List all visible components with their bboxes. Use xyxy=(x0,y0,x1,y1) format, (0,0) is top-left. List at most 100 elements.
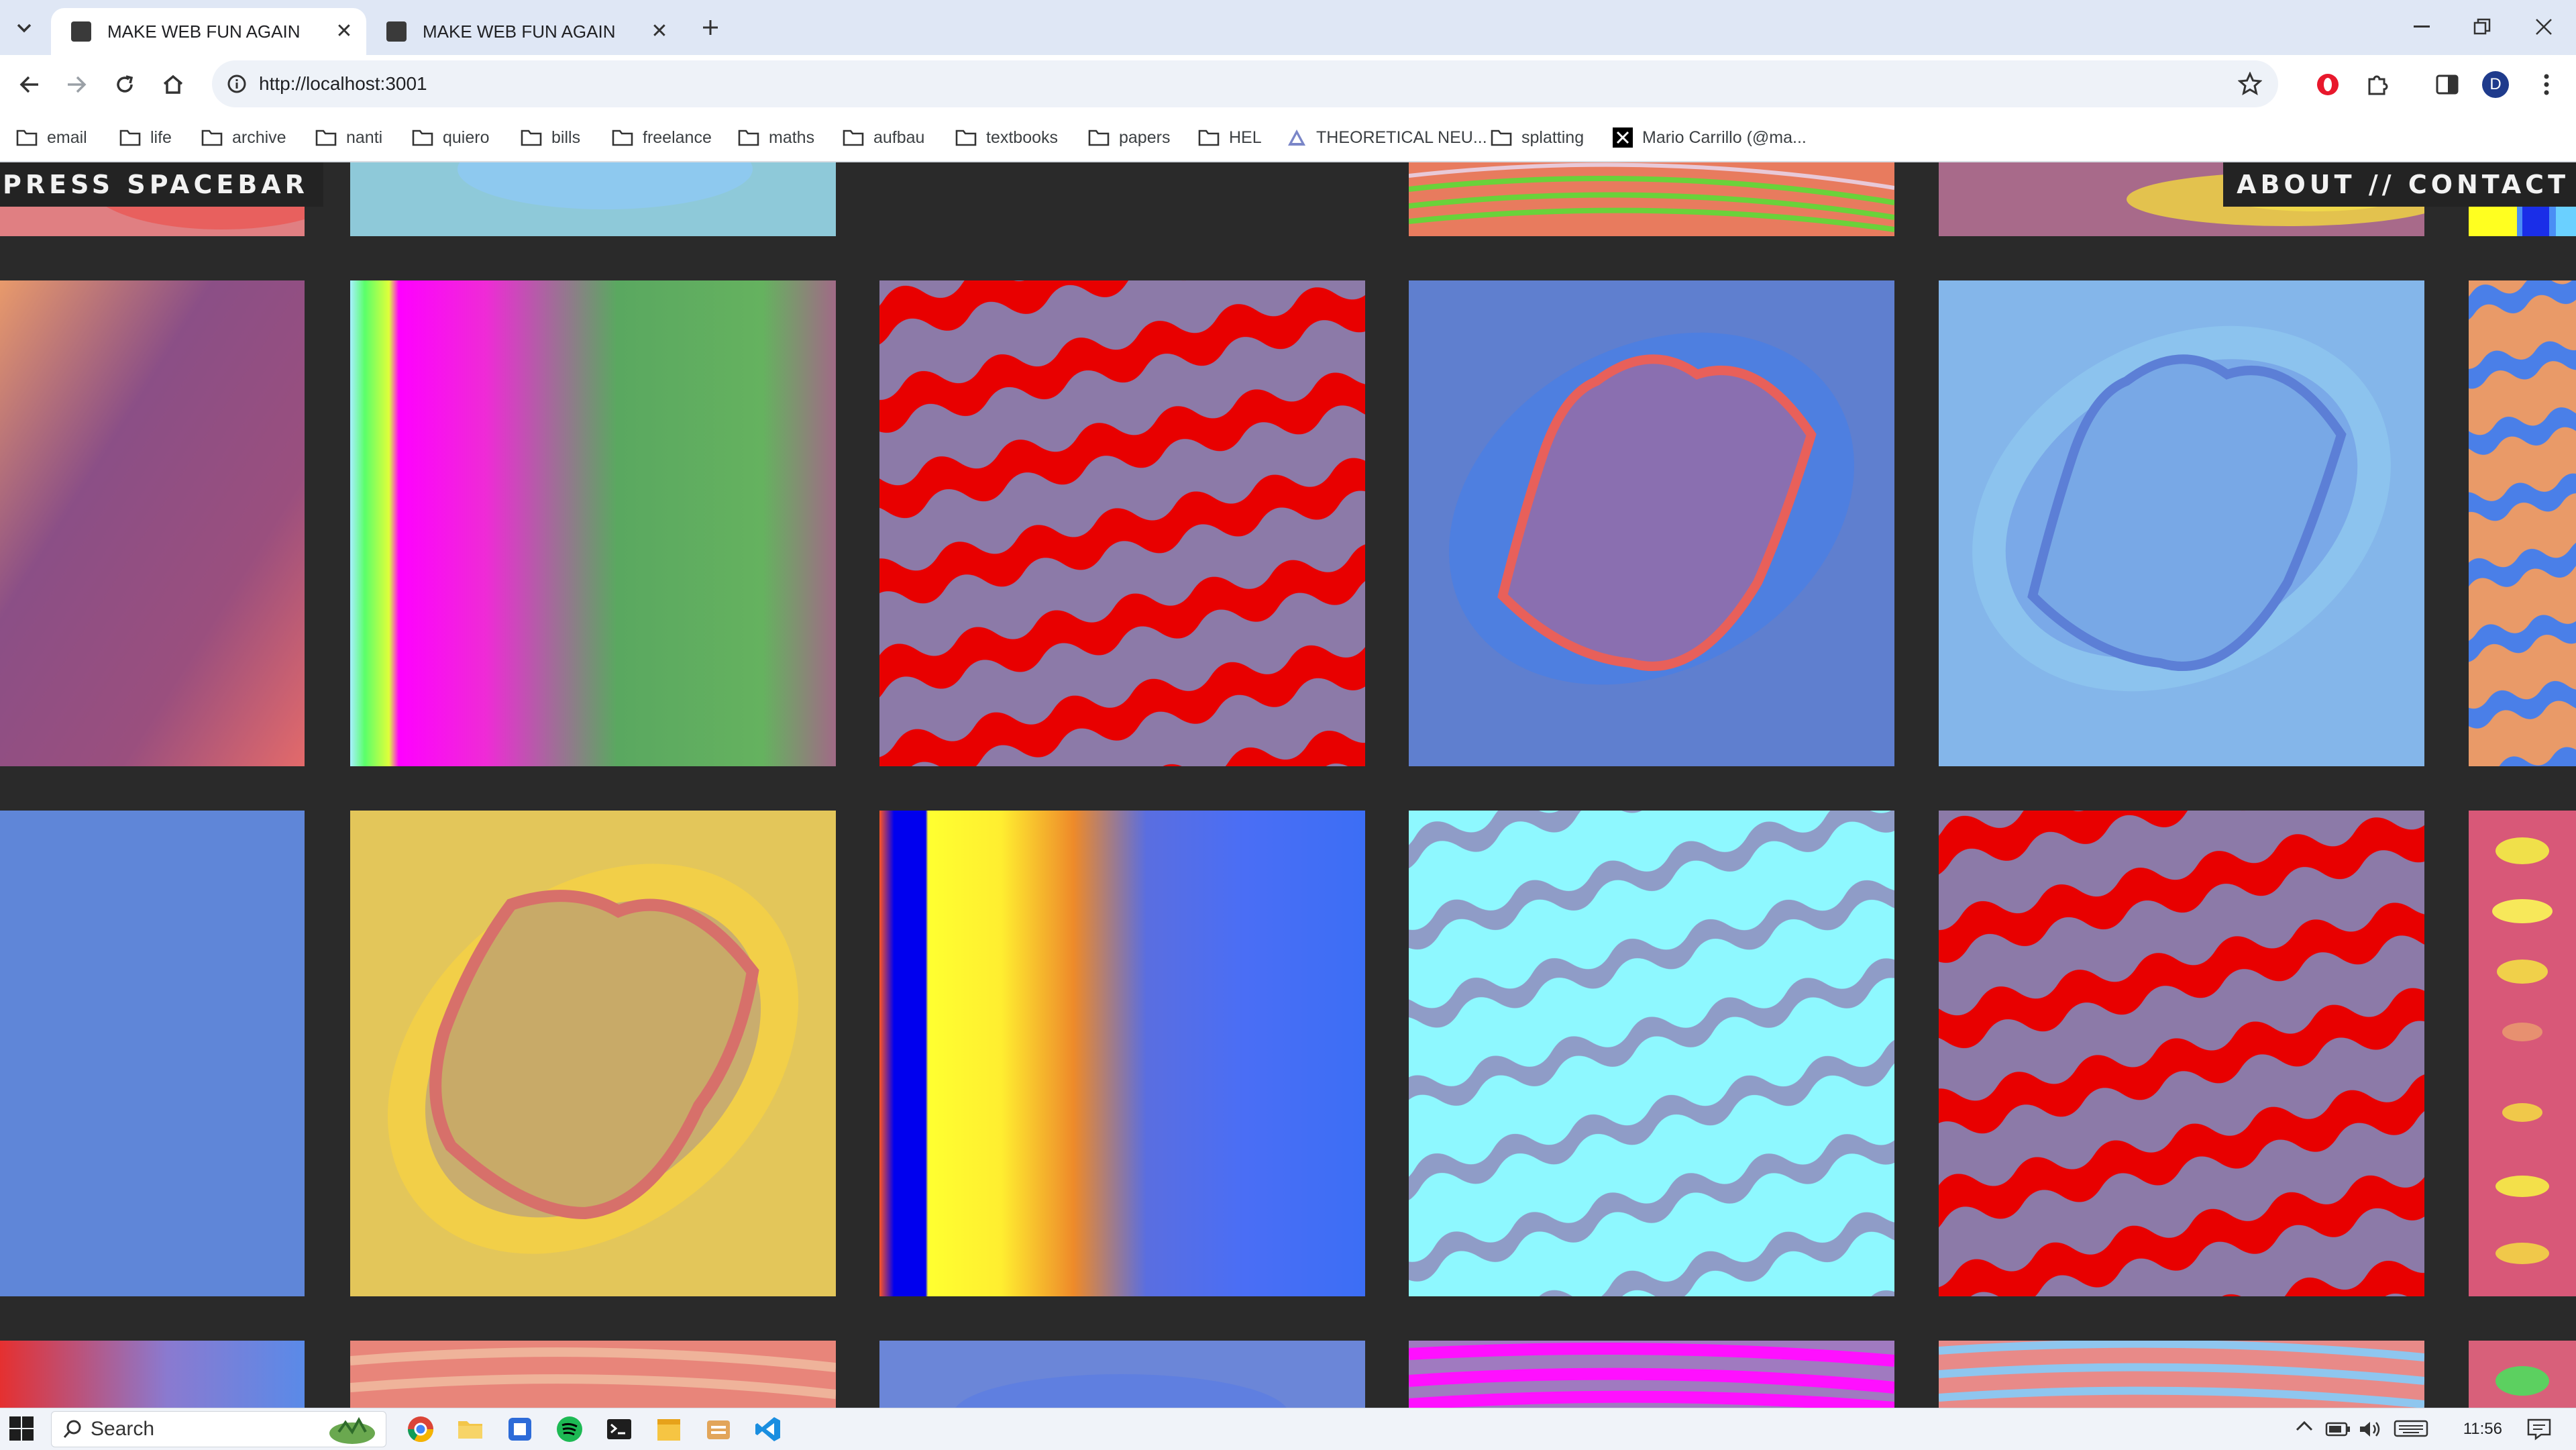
art-tile[interactable] xyxy=(1939,280,2424,766)
close-window-button[interactable] xyxy=(2524,12,2564,42)
tab-active[interactable]: MAKE WEB FUN AGAIN ✕ xyxy=(51,8,366,55)
home-button[interactable] xyxy=(156,67,191,102)
art-tile[interactable] xyxy=(350,1341,836,1408)
folder-icon xyxy=(843,130,864,146)
about-link[interactable]: ABOUT xyxy=(2237,162,2355,207)
art-tile-image xyxy=(1939,811,2424,1296)
tray-chevron-up[interactable] xyxy=(2296,1420,2316,1438)
taskbar-sticky-notes[interactable] xyxy=(655,1415,683,1443)
close-icon[interactable]: ✕ xyxy=(334,21,354,42)
bookmark-aufbau[interactable]: aufbau xyxy=(843,114,924,161)
taskbar-spotify[interactable] xyxy=(555,1415,584,1443)
tray-volume[interactable] xyxy=(2359,1419,2385,1439)
art-tile[interactable] xyxy=(1409,811,1894,1296)
art-tile-image xyxy=(2469,207,2576,236)
bookmark-archive[interactable]: archive xyxy=(201,114,286,161)
taskbar-terminal[interactable] xyxy=(605,1415,633,1443)
tray-keyboard[interactable] xyxy=(2394,1419,2430,1439)
reload-button[interactable] xyxy=(107,67,142,102)
opera-icon xyxy=(2317,74,2339,95)
taskbar-clock[interactable]: 11:56 xyxy=(2463,1408,2502,1450)
art-tile[interactable] xyxy=(2469,811,2576,1296)
art-tile[interactable] xyxy=(1409,1341,1894,1408)
forward-button[interactable] xyxy=(59,67,94,102)
art-tile-image xyxy=(2469,280,2576,766)
art-tile-image xyxy=(0,1341,305,1408)
address-bar[interactable]: http://localhost:3001 xyxy=(212,60,2278,107)
bookmark-star-icon[interactable] xyxy=(2238,72,2262,96)
art-tile[interactable] xyxy=(1409,162,1894,236)
new-tab-button[interactable] xyxy=(695,12,726,43)
taskbar-chrome[interactable] xyxy=(407,1415,435,1443)
bookmark-maths[interactable]: maths xyxy=(738,114,814,161)
restore-button[interactable] xyxy=(2462,12,2502,42)
windows-logo-icon xyxy=(9,1416,34,1441)
art-tile[interactable] xyxy=(1409,280,1894,766)
art-tile[interactable] xyxy=(350,162,836,236)
art-tile-image xyxy=(2496,1366,2549,1396)
art-tile[interactable] xyxy=(2469,1341,2576,1408)
back-button[interactable] xyxy=(12,67,47,102)
tab-search-button[interactable] xyxy=(9,13,39,43)
art-tile[interactable] xyxy=(1939,1341,2424,1408)
battery-icon xyxy=(2325,1422,2350,1437)
opera-extension-button[interactable] xyxy=(2310,67,2345,102)
art-tile[interactable] xyxy=(0,811,305,1296)
contact-link[interactable]: CONTACT xyxy=(2408,162,2569,207)
bookmark-papers[interactable]: papers xyxy=(1088,114,1170,161)
close-icon[interactable]: ✕ xyxy=(649,21,669,42)
art-tile[interactable] xyxy=(350,280,836,766)
menu-button[interactable] xyxy=(2529,67,2564,102)
start-button[interactable] xyxy=(8,1415,36,1443)
bookmarks-bar: email life archive nanti quiero bills fr… xyxy=(0,114,2576,162)
url-text[interactable]: http://localhost:3001 xyxy=(259,60,427,107)
folder-icon xyxy=(521,130,542,146)
taskbar-app[interactable] xyxy=(506,1415,534,1443)
art-tile[interactable] xyxy=(879,1341,1365,1408)
bookmark-theoretical-neu[interactable]: THEORETICAL NEU... xyxy=(1287,114,1487,161)
art-tile[interactable] xyxy=(0,1341,305,1408)
side-panel-button[interactable] xyxy=(2430,67,2465,102)
art-tile[interactable] xyxy=(2469,280,2576,766)
taskbar-search[interactable]: Search xyxy=(51,1411,386,1447)
tray-battery[interactable] xyxy=(2325,1419,2352,1439)
bookmark-quiero[interactable]: quiero xyxy=(412,114,490,161)
art-tile[interactable] xyxy=(2469,207,2576,236)
art-tile[interactable] xyxy=(350,811,836,1296)
art-tile-image xyxy=(1409,162,1894,232)
art-tile[interactable] xyxy=(879,280,1365,766)
triangle-site-icon xyxy=(1288,130,1305,146)
minimize-button[interactable] xyxy=(2402,12,2442,42)
bookmark-mario-carrillo[interactable]: Mario Carrillo (@ma... xyxy=(1613,114,1807,161)
bookmark-splatting[interactable]: splatting xyxy=(1491,114,1584,161)
art-tile[interactable] xyxy=(1939,811,2424,1296)
art-tile-image xyxy=(350,1347,836,1399)
search-placeholder: Search xyxy=(91,1418,155,1440)
art-tile[interactable] xyxy=(879,811,1365,1296)
extensions-button[interactable] xyxy=(2360,67,2395,102)
profile-button[interactable]: D xyxy=(2478,67,2513,102)
tab-inactive[interactable]: MAKE WEB FUN AGAIN ✕ xyxy=(366,8,682,55)
taskbar-app-2[interactable] xyxy=(704,1415,733,1443)
taskbar-file-explorer[interactable] xyxy=(456,1415,484,1443)
art-tile-image xyxy=(879,811,1365,1296)
volume-icon xyxy=(2360,1422,2380,1437)
bookmark-textbooks[interactable]: textbooks xyxy=(955,114,1058,161)
bookmark-nanti[interactable]: nanti xyxy=(315,114,382,161)
chevron-down-icon xyxy=(17,23,32,33)
art-tile-image xyxy=(1409,811,1894,1296)
bookmark-freelance[interactable]: freelance xyxy=(612,114,712,161)
bookmark-bills[interactable]: bills xyxy=(521,114,580,161)
forward-arrow-icon xyxy=(68,76,87,93)
bookmark-email[interactable]: email xyxy=(16,114,87,161)
bookmark-life[interactable]: life xyxy=(119,114,172,161)
x-logo-icon xyxy=(1613,127,1633,148)
taskbar-vscode[interactable] xyxy=(754,1415,782,1443)
home-icon xyxy=(163,74,183,94)
bookmark-hel[interactable]: HEL xyxy=(1198,114,1262,161)
notification-button[interactable] xyxy=(2526,1418,2553,1442)
art-tile[interactable] xyxy=(0,280,305,766)
side-panel-icon xyxy=(2436,74,2459,95)
folder-icon xyxy=(612,130,633,146)
site-info-icon[interactable] xyxy=(227,74,247,94)
